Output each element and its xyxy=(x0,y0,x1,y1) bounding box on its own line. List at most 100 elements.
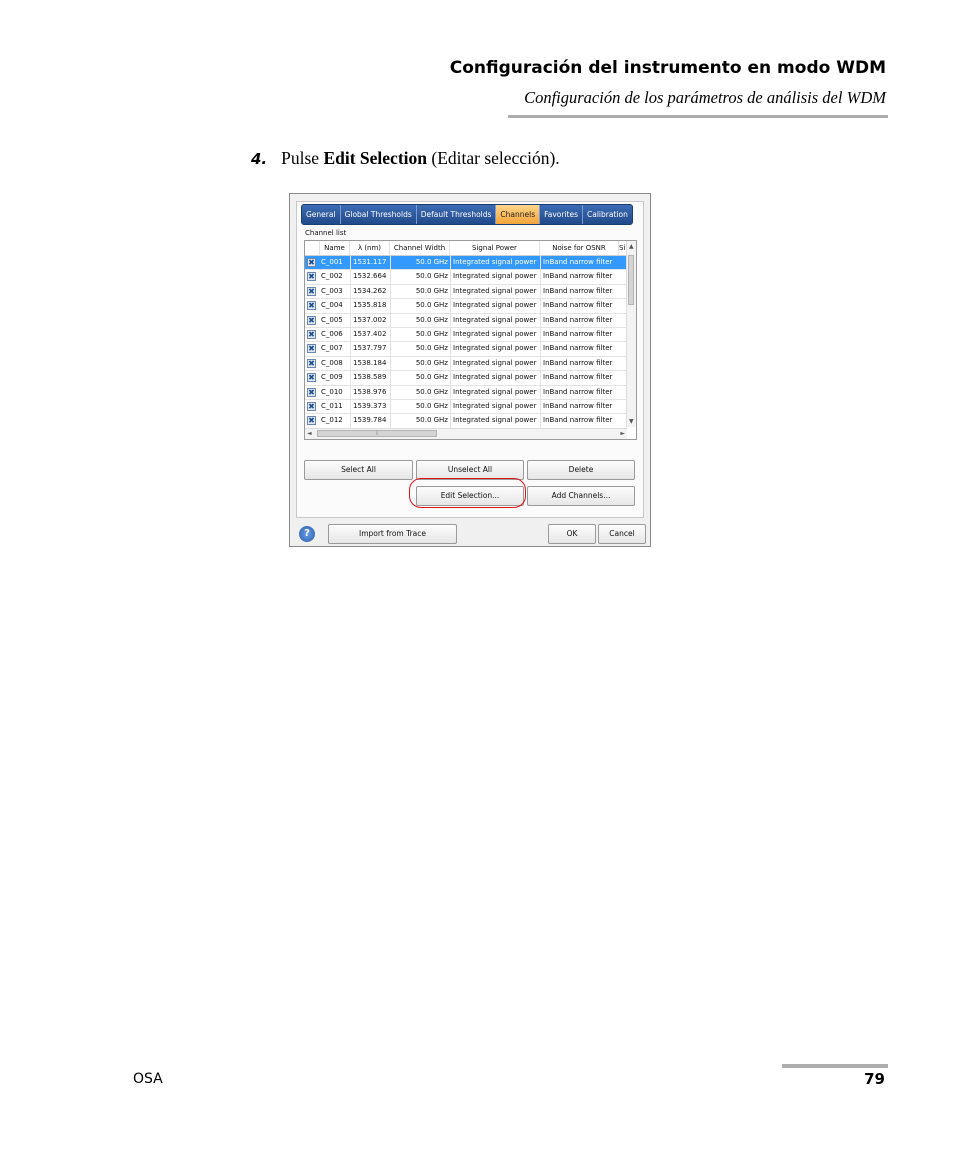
tab-general[interactable]: General xyxy=(302,205,341,224)
cell-channel-width: 50.0 GHz xyxy=(390,385,450,399)
tab-channels[interactable]: Channels xyxy=(496,205,541,224)
column-channel-width[interactable]: Channel Width xyxy=(390,241,450,255)
row-checkbox-cell[interactable]: ✖ xyxy=(307,400,318,414)
row-checkbox-cell[interactable]: ✖ xyxy=(307,414,318,428)
cell-wavelength: 1537.402 xyxy=(350,327,390,342)
row-checkbox-cell[interactable]: ✖ xyxy=(307,299,318,313)
remove-icon[interactable]: ✖ xyxy=(307,387,316,397)
horizontal-scroll-thumb[interactable]: ⁞ xyxy=(317,430,437,437)
table-row[interactable]: ✖ C_007 1537.797 50.0 GHz Integrated signal … xyxy=(305,342,627,357)
cell-wavelength: 1531.117 xyxy=(350,256,390,270)
table-row[interactable]: ✖ C_002 1532.664 50.0 GHz Integrated signal … xyxy=(305,270,627,285)
cell-signal-power: Integrated signal power xyxy=(450,299,540,313)
cell-signal-power: Integrated signal power xyxy=(450,385,540,399)
table-row[interactable]: ✖ C_008 1538.184 50.0 GHz Integrated signal … xyxy=(305,356,627,372)
table-row[interactable]: ✖ C_004 1535.818 50.0 GHz Integrated signal … xyxy=(305,299,627,314)
table-row[interactable]: ✖ C_003 1534.262 50.0 GHz Integrated signal … xyxy=(305,284,627,300)
scroll-right-icon[interactable]: ► xyxy=(620,430,625,437)
cell-signal-power: Integrated signal power xyxy=(450,399,540,414)
cell-name: C_005 xyxy=(321,315,343,324)
tab-calibration[interactable]: Calibration xyxy=(583,205,632,224)
remove-icon[interactable]: ✖ xyxy=(307,272,316,282)
footer-product: OSA xyxy=(133,1071,163,1087)
cell-name: C_007 xyxy=(321,344,343,353)
remove-icon[interactable]: ✖ xyxy=(307,358,316,368)
remove-icon[interactable]: ✖ xyxy=(307,416,316,426)
cell-noise-for-osnr: InBand narrow filter xyxy=(540,284,627,299)
cell-signal-power: Integrated signal power xyxy=(450,356,540,371)
step-number: 4. xyxy=(251,150,268,168)
delete-button[interactable]: Delete xyxy=(527,460,635,480)
cell-name: C_008 xyxy=(321,358,343,367)
row-checkbox-cell[interactable]: ✖ xyxy=(307,285,318,299)
table-row[interactable]: ✖ C_009 1538.589 50.0 GHz Integrated signal … xyxy=(305,371,627,386)
row-checkbox-cell[interactable]: ✖ xyxy=(307,256,318,270)
cell-wavelength: 1534.262 xyxy=(350,284,390,299)
remove-icon[interactable]: ✖ xyxy=(307,329,316,339)
column-noise-for-osnr[interactable]: Noise for OSNR xyxy=(540,241,619,255)
table-row[interactable]: ✖ C_005 1537.002 50.0 GHz Integrated signal … xyxy=(305,313,627,328)
cell-wavelength: 1538.184 xyxy=(350,356,390,371)
scroll-left-icon[interactable]: ◄ xyxy=(307,430,312,437)
cell-noise-for-osnr: InBand narrow filter xyxy=(540,256,627,270)
row-checkbox-cell[interactable]: ✖ xyxy=(307,328,318,342)
import-from-trace-button[interactable]: Import from Trace xyxy=(328,524,457,544)
unselect-all-button[interactable]: Unselect All xyxy=(416,460,524,480)
table-row[interactable]: ✖ C_001 1531.117 50.0 GHz Integrated signal … xyxy=(305,256,627,271)
cell-channel-width: 50.0 GHz xyxy=(390,371,450,385)
tab-default-thresholds[interactable]: Default Thresholds xyxy=(416,205,497,224)
cell-wavelength: 1539.373 xyxy=(350,399,390,414)
cell-name: C_001 xyxy=(321,258,343,266)
cell-signal-power: Integrated signal power xyxy=(450,371,540,385)
tab-bar: General Global Thresholds Default Thresh… xyxy=(301,204,633,225)
table-row[interactable]: ✖ C_011 1539.373 50.0 GHz Integrated signal … xyxy=(305,399,627,415)
cell-name: C_012 xyxy=(321,416,343,425)
cell-noise-for-osnr: InBand narrow filter xyxy=(540,270,627,284)
help-icon[interactable]: ? xyxy=(299,526,315,542)
row-checkbox-cell[interactable]: ✖ xyxy=(307,386,318,400)
add-channels-button[interactable]: Add Channels... xyxy=(527,486,635,506)
remove-icon[interactable]: ✖ xyxy=(307,258,316,267)
scroll-up-icon[interactable]: ▲ xyxy=(629,243,634,250)
cell-wavelength: 1538.589 xyxy=(350,371,390,385)
select-all-button[interactable]: Select All xyxy=(304,460,413,480)
cell-wavelength: 1532.664 xyxy=(350,270,390,284)
tab-global-thresholds[interactable]: Global Thresholds xyxy=(340,205,417,224)
cell-signal-power: Integrated signal power xyxy=(450,342,540,356)
row-checkbox-cell[interactable]: ✖ xyxy=(307,357,318,371)
cell-name: C_006 xyxy=(321,329,343,338)
tab-favorites[interactable]: Favorites xyxy=(540,205,584,224)
remove-icon[interactable]: ✖ xyxy=(307,286,316,296)
highlight-circle xyxy=(409,478,526,508)
remove-icon[interactable]: ✖ xyxy=(307,373,316,383)
cell-noise-for-osnr: InBand narrow filter xyxy=(540,327,627,342)
footer-rule xyxy=(782,1064,888,1068)
scroll-down-icon[interactable]: ▼ xyxy=(629,418,634,425)
cancel-button[interactable]: Cancel xyxy=(598,524,646,544)
cell-noise-for-osnr: InBand narrow filter xyxy=(540,414,627,428)
cell-wavelength: 1538.976 xyxy=(350,385,390,399)
cell-channel-width: 50.0 GHz xyxy=(390,414,450,428)
table-body: ✖ C_001 1531.117 50.0 GHz Integrated signal … xyxy=(305,256,627,439)
row-checkbox-cell[interactable]: ✖ xyxy=(307,342,318,356)
column-wavelength[interactable]: λ (nm) xyxy=(350,241,390,255)
channel-table: Name λ (nm) Channel Width Signal Power N… xyxy=(304,240,637,440)
table-row[interactable]: ✖ C_010 1538.976 50.0 GHz Integrated signal … xyxy=(305,385,627,400)
column-name[interactable]: Name xyxy=(320,241,350,255)
ok-button[interactable]: OK xyxy=(548,524,596,544)
row-checkbox-cell[interactable]: ✖ xyxy=(307,314,318,328)
cell-name: C_002 xyxy=(321,272,343,281)
table-row[interactable]: ✖ C_012 1539.784 50.0 GHz Integrated signal … xyxy=(305,414,627,429)
remove-icon[interactable]: ✖ xyxy=(307,401,316,411)
remove-icon[interactable]: ✖ xyxy=(307,315,316,325)
row-checkbox-cell[interactable]: ✖ xyxy=(307,371,318,385)
table-row[interactable]: ✖ C_006 1537.402 50.0 GHz Integrated signal … xyxy=(305,327,627,343)
remove-icon[interactable]: ✖ xyxy=(307,344,316,354)
vertical-scroll-thumb[interactable] xyxy=(628,255,634,305)
horizontal-scrollbar[interactable]: ◄ ⁞ ► xyxy=(305,428,627,439)
cell-noise-for-osnr: InBand narrow filter xyxy=(540,342,627,356)
column-signal-power[interactable]: Signal Power xyxy=(450,241,540,255)
remove-icon[interactable]: ✖ xyxy=(307,301,316,311)
vertical-scrollbar[interactable]: ▲ ▼ xyxy=(626,241,636,427)
row-checkbox-cell[interactable]: ✖ xyxy=(307,270,318,284)
